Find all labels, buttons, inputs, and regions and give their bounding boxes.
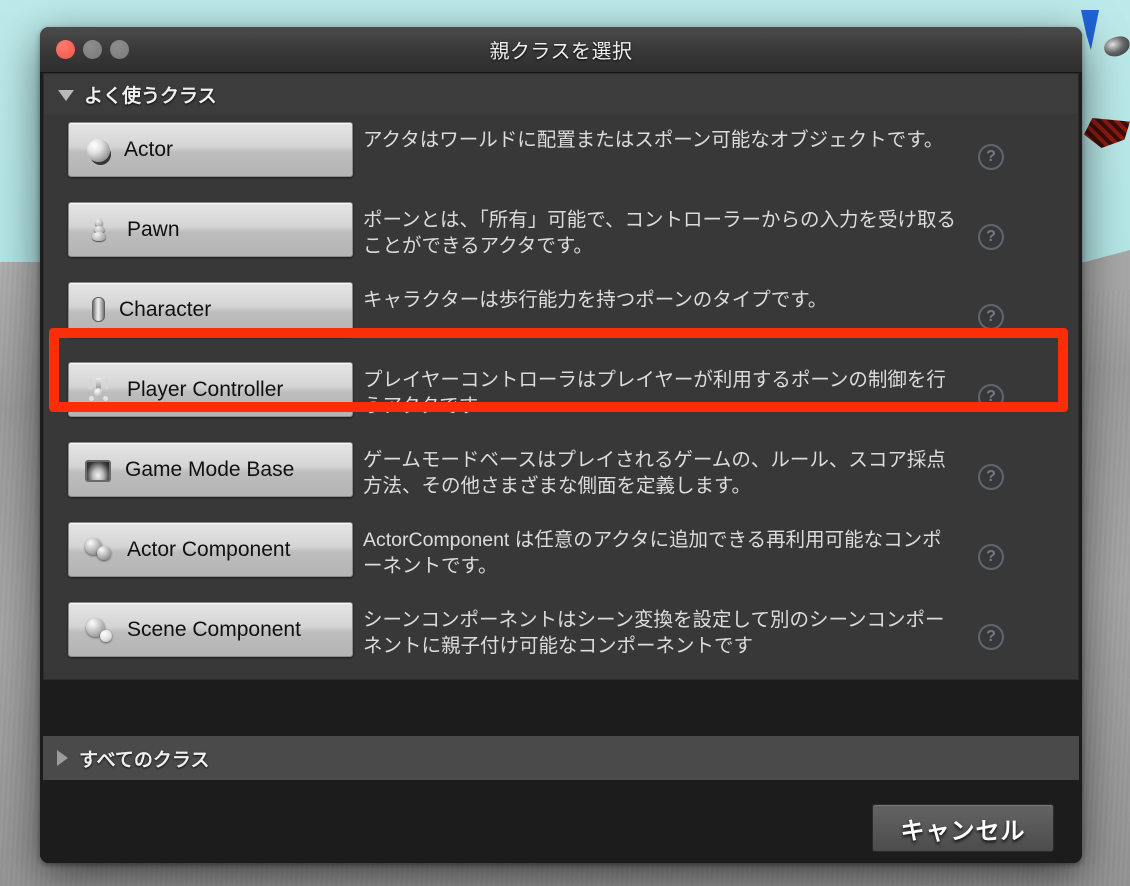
pawn-icon [85, 216, 113, 244]
actor-sphere-icon [87, 139, 110, 162]
class-label-actor-component: Actor Component [127, 537, 291, 561]
class-row-player-controller[interactable]: Player Controller プレイヤーコントローラはプレイヤーが利用する… [44, 354, 1078, 434]
class-description-actor: アクタはワールドに配置またはスポーン可能なオブジェクトです。 [363, 129, 944, 151]
triangle-down-icon[interactable] [58, 89, 74, 101]
actor-component-icon [85, 536, 113, 564]
all-classes-title: すべてのクラス [79, 749, 210, 771]
select-parent-class-dialog: 親クラスを選択 よく使うクラス Actor アクタはワールドに配置またはスポーン… [40, 27, 1082, 863]
class-list: Actor アクタはワールドに配置またはスポーン可能なオブジェクトです。 ? P… [44, 114, 1078, 680]
class-row-scene-component[interactable]: Scene Component シーンコンポーネントはシーン変換を設定して別のシ… [44, 594, 1078, 674]
class-description-scene-component: シーンコンポーネントはシーン変換を設定して別のシーンコンポーネントに親子付け可能… [363, 609, 945, 657]
class-row-pawn[interactable]: Pawn ポーンとは、「所有」可能で、コントローラーからの入力を受け取ることがで… [44, 194, 1078, 274]
help-icon-character[interactable]: ? [978, 304, 1004, 330]
class-label-scene-component: Scene Component [127, 617, 301, 641]
common-classes-section: よく使うクラス Actor アクタはワールドに配置またはスポーン可能なオブジェク… [43, 73, 1079, 680]
class-label-player-controller: Player Controller [127, 377, 284, 401]
class-description-actor-component: ActorComponent は任意のアクタに追加できる再利用可能なコンポーネン… [363, 529, 942, 577]
cancel-button[interactable]: キャンセル [872, 804, 1054, 852]
class-label-game-mode-base: Game Mode Base [125, 457, 295, 481]
traffic-light-group [56, 27, 129, 72]
class-description-player-controller: プレイヤーコントローラはプレイヤーが利用するポーンの制御を行うアクタです [363, 369, 946, 417]
class-button-game-mode-base[interactable]: Game Mode Base [68, 442, 353, 497]
class-label-pawn: Pawn [127, 217, 180, 241]
triangle-right-icon[interactable] [57, 750, 68, 766]
class-button-pawn[interactable]: Pawn [68, 202, 353, 257]
character-capsule-icon [92, 297, 105, 322]
close-window-icon[interactable] [56, 40, 75, 59]
class-description-pawn: ポーンとは、「所有」可能で、コントローラーからの入力を受け取ることができるアクタ… [363, 209, 956, 257]
class-row-game-mode-base[interactable]: Game Mode Base ゲームモードベースはプレイされるゲームの、ルール、… [44, 434, 1078, 514]
class-button-actor-component[interactable]: Actor Component [68, 522, 353, 577]
dialog-body: よく使うクラス Actor アクタはワールドに配置またはスポーン可能なオブジェク… [40, 73, 1082, 863]
dialog-title: 親クラスを選択 [489, 41, 633, 63]
player-controller-icon [85, 376, 113, 404]
help-icon-pawn[interactable]: ? [978, 224, 1004, 250]
class-button-character[interactable]: Character [68, 282, 353, 337]
class-description-character: キャラクターは歩行能力を持つポーンのタイプです。 [363, 289, 828, 311]
help-icon-scene-component[interactable]: ? [978, 624, 1004, 650]
dialog-footer: キャンセル [40, 780, 1082, 863]
class-label-actor: Actor [124, 137, 174, 161]
zoom-window-icon[interactable] [110, 40, 129, 59]
class-row-character[interactable]: Character キャラクターは歩行能力を持つポーンのタイプです。 ? [44, 274, 1078, 354]
common-classes-title: よく使うクラス [84, 85, 217, 107]
help-icon-player-controller[interactable]: ? [978, 384, 1004, 410]
help-icon-actor[interactable]: ? [978, 144, 1004, 170]
common-classes-header[interactable]: よく使うクラス [44, 74, 1078, 114]
class-button-scene-component[interactable]: Scene Component [68, 602, 353, 657]
class-description-game-mode-base: ゲームモードベースはプレイされるゲームの、ルール、スコア採点方法、その他さまざま… [363, 449, 946, 497]
help-icon-actor-component[interactable]: ? [978, 544, 1004, 570]
class-button-actor[interactable]: Actor [68, 122, 353, 177]
class-button-player-controller[interactable]: Player Controller [68, 362, 353, 417]
dialog-titlebar: 親クラスを選択 [40, 27, 1082, 73]
scene-component-icon [85, 616, 113, 644]
minimize-window-icon[interactable] [83, 40, 102, 59]
game-mode-icon [85, 460, 111, 482]
class-label-character: Character [119, 297, 212, 321]
all-classes-section[interactable]: すべてのクラス [43, 736, 1079, 780]
help-icon-game-mode-base[interactable]: ? [978, 464, 1004, 490]
class-row-actor-component[interactable]: Actor Component ActorComponent は任意のアクタに追… [44, 514, 1078, 594]
class-row-actor[interactable]: Actor アクタはワールドに配置またはスポーン可能なオブジェクトです。 ? [44, 114, 1078, 194]
